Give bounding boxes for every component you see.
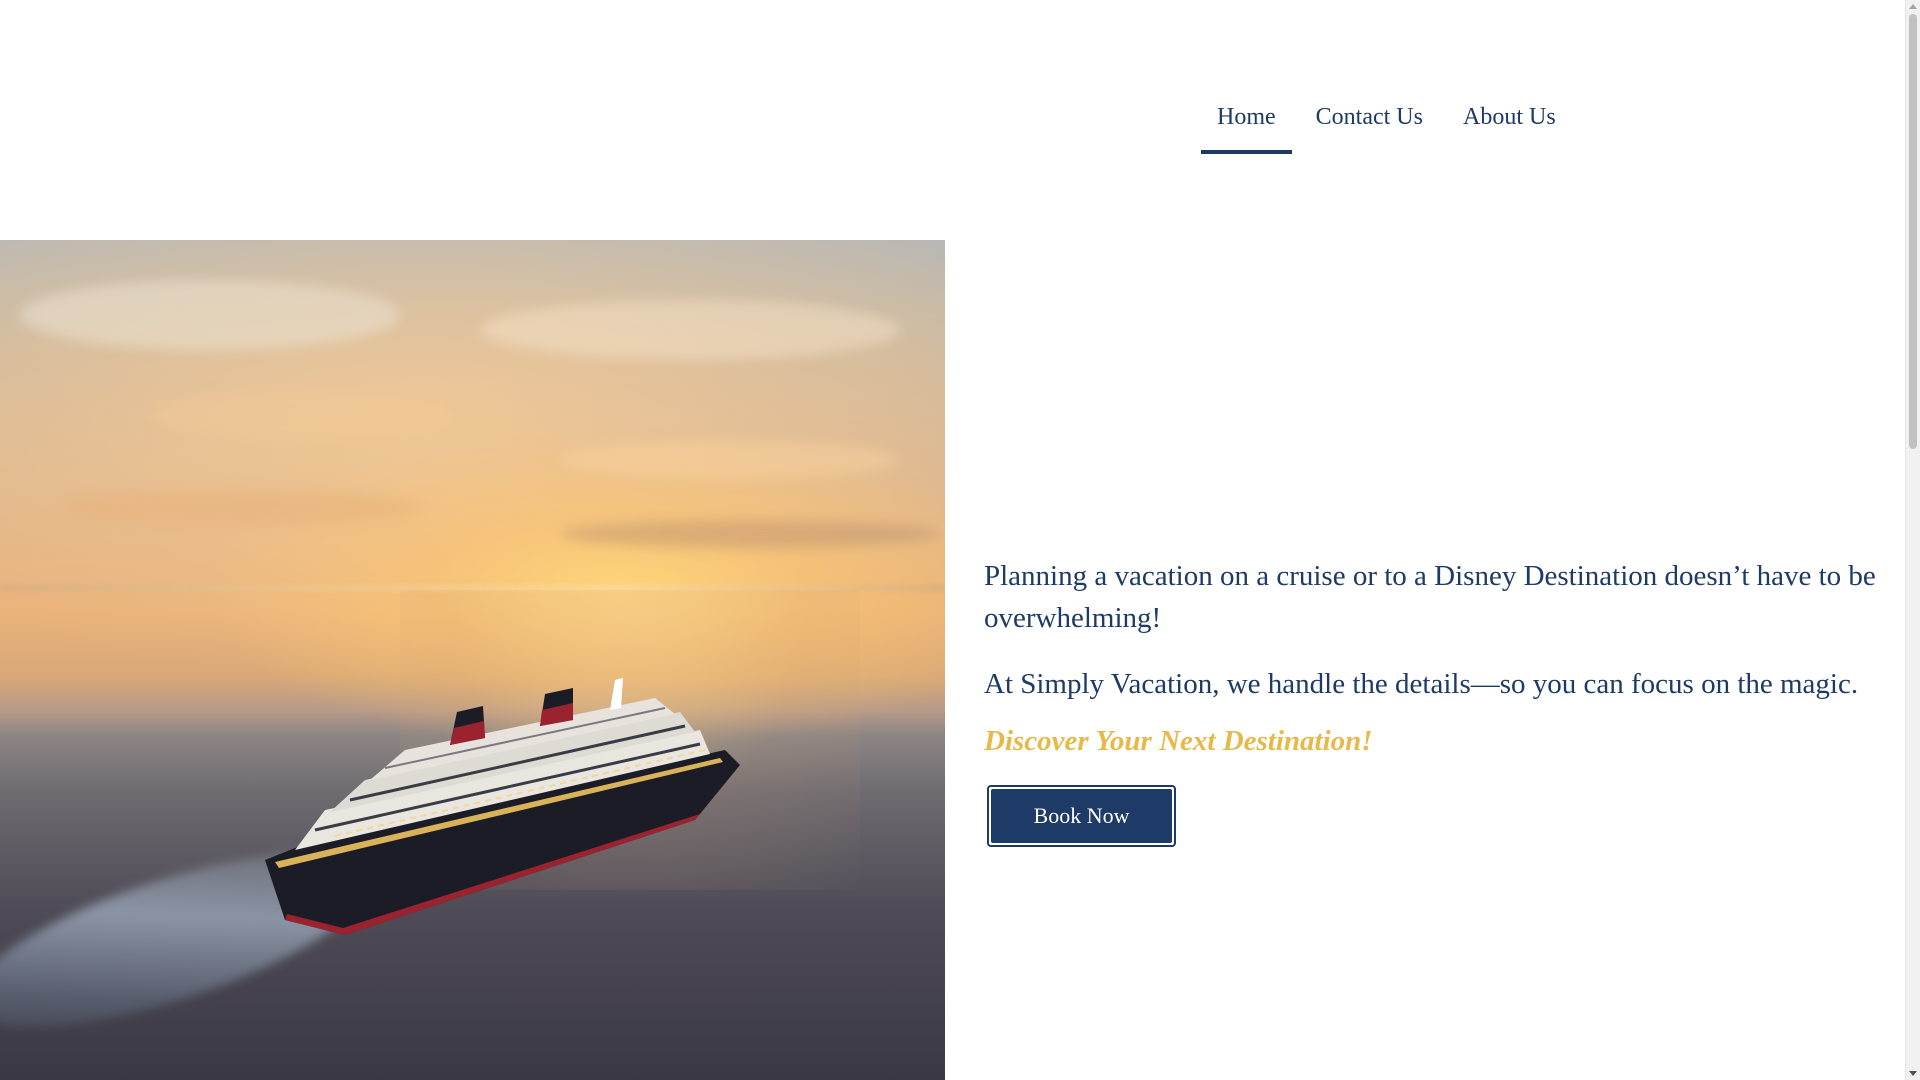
scroll-thumb[interactable]: [1909, 14, 1917, 449]
tagline-paragraph: At Simply Vacation, we handle the detail…: [984, 668, 1859, 700]
nav-about-us[interactable]: About Us: [1447, 88, 1572, 154]
book-now-button[interactable]: Book Now: [987, 785, 1176, 847]
nav-contact-us[interactable]: Contact Us: [1300, 88, 1439, 154]
cloud: [150, 390, 450, 440]
scroll-up-icon[interactable]: [1909, 4, 1917, 9]
cloud: [560, 440, 900, 480]
cloud: [560, 520, 940, 548]
site-header: Home Contact Us About Us: [0, 0, 1905, 240]
hero-content: Planning a vacation on a cruise or to a …: [984, 555, 1889, 847]
cloud: [480, 300, 900, 360]
book-now-label: Book Now: [991, 789, 1172, 843]
cta-heading: Discover Your Next Destination!: [984, 725, 1373, 757]
cloud: [60, 490, 420, 526]
cloud: [20, 280, 400, 350]
nav-home[interactable]: Home: [1201, 88, 1292, 154]
cruise-ship-illustration: [265, 678, 740, 935]
hero-cruise-image: [0, 240, 945, 1080]
page-scrollbar[interactable]: [1905, 0, 1920, 1080]
scroll-down-icon[interactable]: [1909, 1071, 1917, 1076]
main-nav: Home Contact Us About Us: [1201, 88, 1580, 154]
intro-paragraph: Planning a vacation on a cruise or to a …: [984, 560, 1876, 634]
